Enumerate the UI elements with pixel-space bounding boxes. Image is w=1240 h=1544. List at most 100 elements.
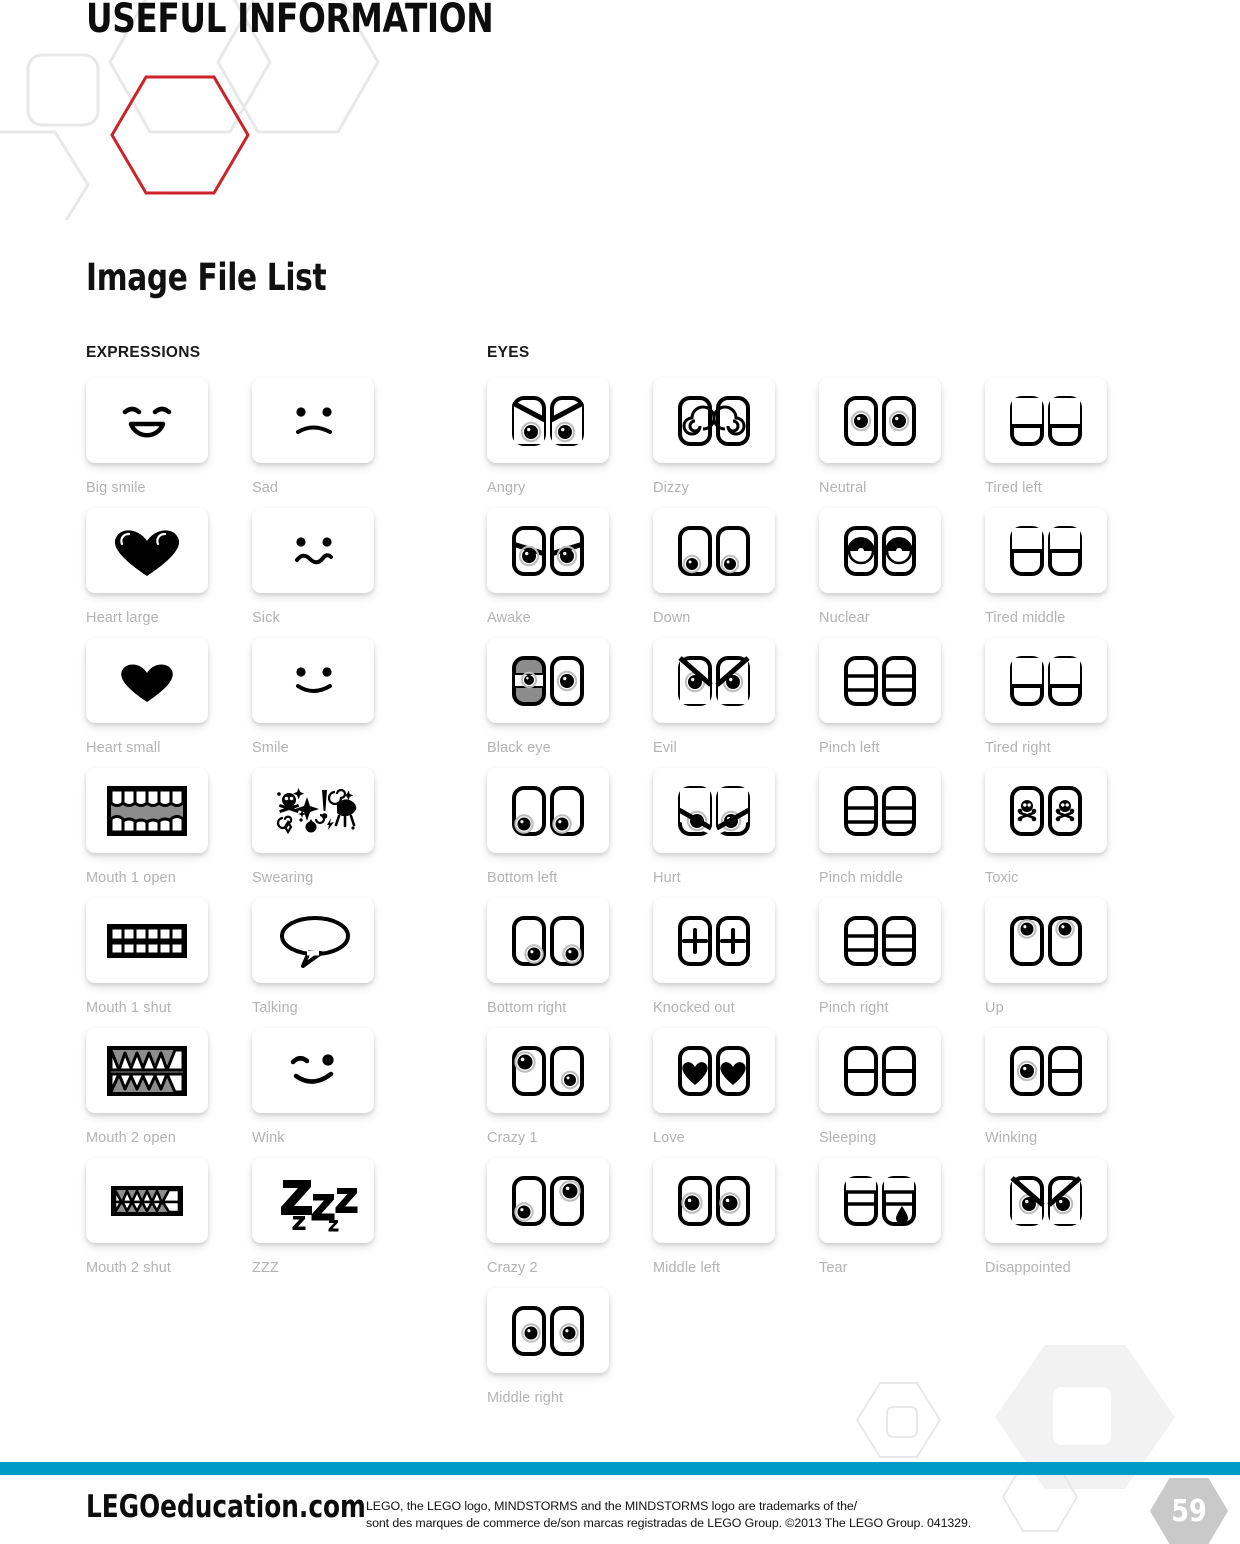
middle-left-eyes-icon[interactable] — [653, 1158, 775, 1243]
eye-label: Love — [653, 1130, 685, 1146]
mouth-1-open-icon[interactable] — [86, 768, 208, 853]
eye-label: Awake — [487, 610, 531, 626]
page-title: USEFUL INFORMATION — [86, 0, 494, 42]
expression-item: Heart large — [86, 508, 216, 626]
awake-eyes-icon[interactable] — [487, 508, 609, 593]
eye-label: Black eye — [487, 740, 551, 756]
eye-label: Bottom right — [487, 1000, 567, 1016]
eye-item: Angry — [487, 378, 617, 496]
eye-item: Pinch left — [819, 638, 949, 756]
pinch-middle-eyes-icon[interactable] — [819, 768, 941, 853]
eye-label: Pinch right — [819, 1000, 889, 1016]
eye-item: Crazy 2 — [487, 1158, 617, 1276]
neutral-eyes-icon[interactable] — [819, 378, 941, 463]
mouth-1-shut-icon[interactable] — [86, 898, 208, 983]
eye-item: Hurt — [653, 768, 783, 886]
tired-right-eyes-icon[interactable] — [985, 638, 1107, 723]
eye-label: Tired middle — [985, 610, 1066, 626]
heart-small-icon[interactable] — [86, 638, 208, 723]
eye-item: Middle left — [653, 1158, 783, 1276]
expression-label: Heart small — [86, 740, 161, 756]
expression-item: Sick — [252, 508, 382, 626]
eye-item: Toxic — [985, 768, 1115, 886]
knocked-out-eyes-icon[interactable] — [653, 898, 775, 983]
expression-label: Mouth 2 open — [86, 1130, 176, 1146]
nuclear-eyes-icon[interactable] — [819, 508, 941, 593]
toxic-eyes-icon[interactable] — [985, 768, 1107, 853]
page-number: 59 — [1171, 1493, 1207, 1529]
eye-item: Neutral — [819, 378, 949, 496]
eye-item: Winking — [985, 1028, 1115, 1146]
middle-right-eyes-icon[interactable] — [487, 1288, 609, 1373]
smile-icon[interactable] — [252, 638, 374, 723]
eye-item: Up — [985, 898, 1115, 1016]
talking-icon[interactable] — [252, 898, 374, 983]
expression-item: Talking — [252, 898, 382, 1016]
dizzy-eyes-icon[interactable] — [653, 378, 775, 463]
eye-item: Love — [653, 1028, 783, 1146]
crazy-2-eyes-icon[interactable] — [487, 1158, 609, 1243]
wink-icon[interactable] — [252, 1028, 374, 1113]
eye-item: Bottom right — [487, 898, 617, 1016]
crazy-1-eyes-icon[interactable] — [487, 1028, 609, 1113]
eye-label: Down — [653, 610, 691, 626]
tired-left-eyes-icon[interactable] — [985, 378, 1107, 463]
eye-label: Pinch middle — [819, 870, 904, 886]
love-eyes-icon[interactable] — [653, 1028, 775, 1113]
tired-middle-eyes-icon[interactable] — [985, 508, 1107, 593]
sad-icon[interactable] — [252, 378, 374, 463]
eye-label: Bottom left — [487, 870, 558, 886]
eye-item: Tired right — [985, 638, 1115, 756]
eye-label: Dizzy — [653, 480, 689, 496]
eye-label: Crazy 2 — [487, 1260, 538, 1276]
eye-item: Black eye — [487, 638, 617, 756]
eye-item: Nuclear — [819, 508, 949, 626]
eye-label: Tired left — [985, 480, 1042, 496]
mouth-2-open-icon[interactable] — [86, 1028, 208, 1113]
footer-logo[interactable]: LEGOeducation.com — [86, 1489, 366, 1525]
sleeping-eyes-icon[interactable] — [819, 1028, 941, 1113]
footer-accent-bar — [0, 1462, 1240, 1475]
expression-item: Heart small — [86, 638, 216, 756]
eye-item: Middle right — [487, 1288, 617, 1406]
down-eyes-icon[interactable] — [653, 508, 775, 593]
expression-label: Big smile — [86, 480, 146, 496]
winking-eyes-icon[interactable] — [985, 1028, 1107, 1113]
eye-item: Pinch middle — [819, 768, 949, 886]
pinch-right-eyes-icon[interactable] — [819, 898, 941, 983]
up-eyes-icon[interactable] — [985, 898, 1107, 983]
heart-large-icon[interactable] — [86, 508, 208, 593]
eye-item: Down — [653, 508, 783, 626]
eye-label: Middle right — [487, 1390, 564, 1406]
black-eye-icon[interactable] — [487, 638, 609, 723]
tear-eyes-icon[interactable] — [819, 1158, 941, 1243]
expression-item: Mouth 2 shut — [86, 1158, 216, 1276]
eye-label: Sleeping — [819, 1130, 877, 1146]
zzz-icon[interactable] — [252, 1158, 374, 1243]
eye-item: Bottom left — [487, 768, 617, 886]
angry-eyes-icon[interactable] — [487, 378, 609, 463]
eye-item: Tired left — [985, 378, 1115, 496]
legal-line-2: sont des marques de commerce de/son marc… — [366, 1516, 972, 1530]
expression-item: Sad — [252, 378, 382, 496]
evil-eyes-icon[interactable] — [653, 638, 775, 723]
sick-icon[interactable] — [252, 508, 374, 593]
eye-label: Toxic — [985, 870, 1019, 886]
expression-label: ZZZ — [252, 1260, 279, 1276]
expression-label: Wink — [252, 1130, 285, 1146]
pinch-left-eyes-icon[interactable] — [819, 638, 941, 723]
bottom-right-eyes-icon[interactable] — [487, 898, 609, 983]
eye-label: Angry — [487, 480, 526, 496]
bottom-left-eyes-icon[interactable] — [487, 768, 609, 853]
mouth-2-shut-icon[interactable] — [86, 1158, 208, 1243]
disappointed-eyes-icon[interactable] — [985, 1158, 1107, 1243]
eye-item: Pinch right — [819, 898, 949, 1016]
eye-label: Pinch left — [819, 740, 880, 756]
big-smile-icon[interactable] — [86, 378, 208, 463]
column-header-eyes: EYES — [487, 344, 530, 361]
expression-label: Mouth 1 open — [86, 870, 176, 886]
swearing-icon[interactable] — [252, 768, 374, 853]
eye-label: Evil — [653, 740, 677, 756]
eye-item: Crazy 1 — [487, 1028, 617, 1146]
hurt-eyes-icon[interactable] — [653, 768, 775, 853]
